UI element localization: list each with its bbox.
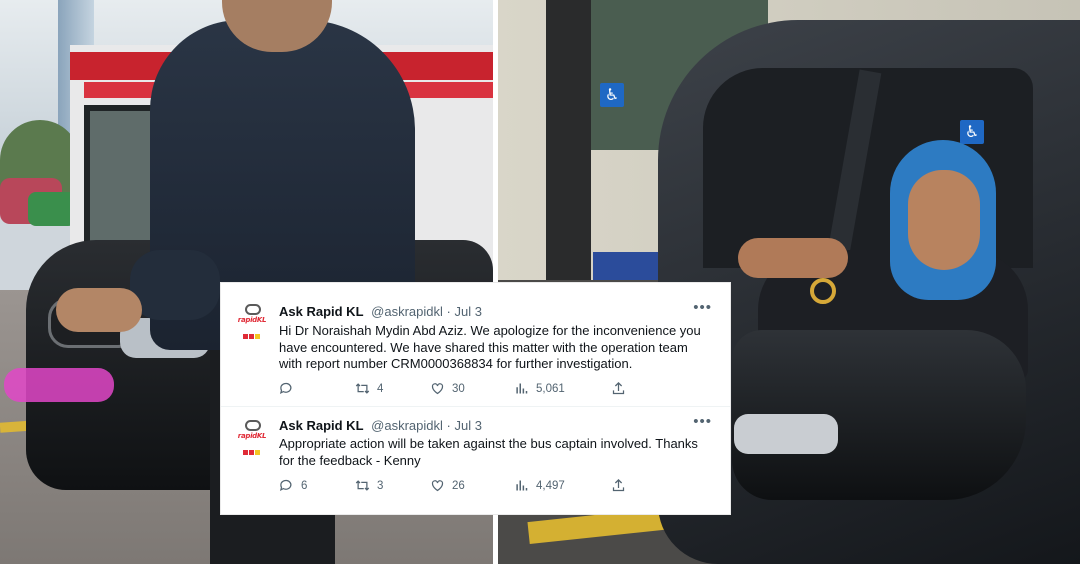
separator: · [446, 418, 451, 433]
background-car-green [28, 192, 76, 226]
reply-count: 6 [301, 480, 308, 492]
flag-icon [243, 442, 261, 455]
tweet-date[interactable]: Jul 3 [454, 304, 481, 319]
chat-bubble-icon [245, 420, 261, 431]
woman-face [908, 170, 980, 270]
tweet-text: Hi Dr Noraishah Mydin Abd Aziz. We apolo… [279, 323, 701, 371]
avatar-brand-label: rapidKL [237, 432, 267, 440]
retweet-count: 4 [377, 383, 384, 395]
reply-icon [279, 382, 292, 395]
reply-icon [279, 479, 292, 492]
man-arm [130, 250, 220, 320]
like-icon [431, 480, 444, 492]
more-icon[interactable]: ••• [693, 414, 712, 429]
wheelchair-sign-icon: ♿ [960, 120, 984, 144]
blurred-license-plate [4, 368, 114, 402]
handle[interactable]: @askrapidkl [371, 304, 443, 319]
separator: · [446, 304, 451, 319]
handle[interactable]: @askrapidkl [371, 418, 443, 433]
avatar[interactable]: rapidKL [235, 418, 269, 455]
tweet-header: Ask Rapid KL @askrapidkl · Jul 3 [279, 303, 482, 321]
wheelchair-sign-icon: ♿ [600, 83, 624, 107]
chat-bubble-icon [245, 304, 261, 315]
like-icon [431, 383, 444, 395]
share-icon [612, 478, 625, 492]
woman-pointing-arm [738, 238, 848, 278]
tweet-header: Ask Rapid KL @askrapidkl · Jul 3 [279, 417, 482, 435]
avatar-brand-label: rapidKL [237, 316, 267, 324]
bus-door-frame [546, 0, 591, 280]
gold-bangle [810, 278, 836, 304]
avatar[interactable]: rapidKL [235, 302, 269, 339]
retweet-count: 3 [377, 480, 384, 492]
like-count: 30 [452, 383, 465, 395]
display-name[interactable]: Ask Rapid KL [279, 304, 364, 319]
views-count: 4,497 [536, 480, 565, 492]
more-icon[interactable]: ••• [693, 300, 712, 315]
retweet-icon [355, 383, 370, 394]
views-icon [516, 480, 528, 491]
tweet-actions: 4 30 5,061 [279, 381, 679, 397]
share-icon [612, 381, 625, 395]
tweet-actions: 6 3 26 4,497 [279, 478, 679, 494]
display-name[interactable]: Ask Rapid KL [279, 418, 364, 433]
tweet-thread-card: rapidKL Ask Rapid KL @askrapidkl · Jul 3… [221, 283, 730, 514]
views-count: 5,061 [536, 383, 565, 395]
flag-icon [243, 326, 261, 339]
tweet[interactable]: rapidKL Ask Rapid KL @askrapidkl · Jul 3… [221, 407, 730, 514]
tweet[interactable]: rapidKL Ask Rapid KL @askrapidkl · Jul 3… [221, 283, 730, 407]
retweet-icon [355, 480, 370, 491]
like-count: 26 [452, 480, 465, 492]
views-icon [516, 383, 528, 394]
mirror-indicator-lamp [734, 414, 838, 454]
tweet-date[interactable]: Jul 3 [454, 418, 481, 433]
tweet-text: Appropriate action will be taken against… [279, 436, 698, 468]
man-hand [56, 288, 142, 332]
